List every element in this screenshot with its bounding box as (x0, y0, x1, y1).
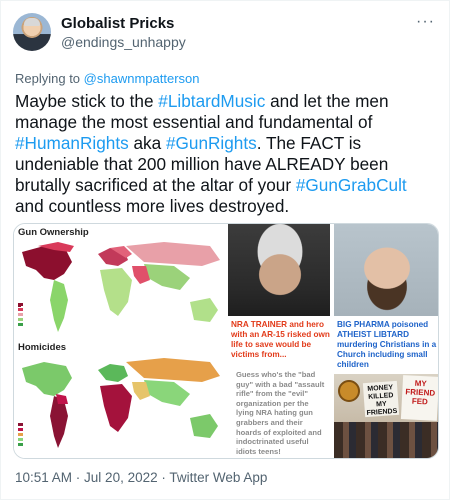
tweet-text-part: Maybe stick to the (15, 91, 159, 111)
hashtag-link[interactable]: #HumanRights (15, 133, 129, 153)
more-options-icon[interactable]: ··· (416, 13, 435, 31)
hashtag-link[interactable]: #LibtardMusic (158, 91, 265, 111)
author-name[interactable]: Globalist Pricks (61, 15, 174, 32)
tweet-date-link[interactable]: Jul 20, 2022 (84, 470, 158, 485)
hashtag-link[interactable]: #GunGrabCult (296, 175, 407, 195)
maps-image[interactable]: Gun Ownership Homicides (14, 224, 226, 458)
tweet-meta: 10:51 AM · Jul 20, 2022 · Twitter Web Ap… (15, 470, 267, 485)
replying-to-label: Replying to (15, 71, 81, 86)
guess-text: Guess who's the "bad guy" with a bad "as… (236, 370, 325, 456)
gun-ownership-map (14, 240, 224, 344)
nra-trainer-image[interactable]: NRA TRAINER and hero with an AR-15 riske… (228, 224, 332, 458)
nra-trainer-photo (228, 224, 330, 316)
replying-to: Replying to @shawnmpatterson (15, 71, 199, 86)
caption-nra-trainer: NRA TRAINER and hero with an AR-15 riske… (231, 320, 330, 359)
protest-sign-money: MONEY KILLED MY FRIENDS (362, 380, 400, 418)
tweet-text: Maybe stick to the #LibtardMusic and let… (15, 91, 437, 217)
tweet-time-link[interactable]: 10:51 AM (15, 470, 72, 485)
media-grid[interactable]: Gun Ownership Homicides NRA TRAINER and … (13, 223, 439, 459)
map-title-homicides: Homicides (18, 342, 67, 353)
avatar[interactable] (13, 13, 51, 51)
author-handle[interactable]: @endings_unhappy (61, 34, 186, 50)
gun-ownership-legend (18, 302, 25, 327)
protest-sign-friend: MY FRIEND FED (400, 375, 438, 421)
shooter-photo (334, 224, 438, 316)
homicides-map (14, 356, 224, 458)
map-title-gun-ownership: Gun Ownership (18, 227, 89, 238)
crowd (334, 422, 438, 458)
shooter-image[interactable]: BIG PHARMA poisoned ATHEIST LIBTARD murd… (334, 224, 438, 458)
tweet-text-part: and countless more lives destroyed. (15, 196, 290, 216)
homicides-legend (18, 422, 25, 447)
hashtag-link[interactable]: #GunRights (166, 133, 257, 153)
tweet-text-part: aka (128, 133, 166, 153)
source-app-link[interactable]: Twitter Web App (169, 470, 267, 485)
seal-icon (338, 380, 360, 402)
tweet-card: Globalist Pricks @endings_unhappy ··· Re… (0, 0, 450, 500)
meta-separator: · (157, 470, 170, 485)
protest-photo: MONEY KILLED MY FRIENDS MY FRIEND FED (334, 374, 438, 458)
caption-big-pharma: BIG PHARMA poisoned ATHEIST LIBTARD murd… (337, 320, 437, 369)
meta-separator: · (72, 470, 85, 485)
reply-mention-link[interactable]: @shawnmpatterson (84, 71, 200, 86)
